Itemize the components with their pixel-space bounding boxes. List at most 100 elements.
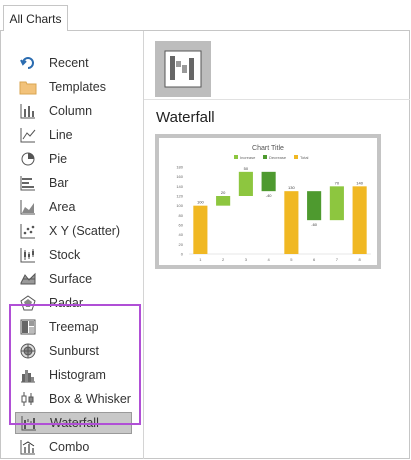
- data-label: 130: [288, 185, 295, 190]
- chart-type-radar[interactable]: Radar: [15, 292, 132, 314]
- chart-type-label: Surface: [49, 272, 93, 286]
- column-chart-icon: [19, 102, 37, 120]
- chart-type-box-whisker[interactable]: Box & Whisker: [15, 388, 132, 410]
- chart-type-label: Pie: [49, 152, 68, 166]
- y-tick-label: 140: [176, 184, 183, 189]
- right-divider: [144, 99, 410, 100]
- chart-type-label: Combo: [49, 440, 90, 454]
- y-tick-label: 40: [179, 232, 184, 237]
- x-tick-label: 7: [336, 257, 339, 262]
- chart-type-label: Area: [49, 200, 76, 214]
- chart-type-line[interactable]: Line: [15, 124, 132, 146]
- y-tick-label: 60: [179, 223, 184, 228]
- chart-type-column[interactable]: Column: [15, 100, 132, 122]
- chart-type-x-y-scatter[interactable]: X Y (Scatter): [15, 220, 132, 242]
- y-tick-label: 160: [176, 174, 183, 179]
- legend-swatch: [234, 155, 238, 159]
- x-tick-label: 5: [290, 257, 293, 262]
- data-label: 20: [221, 190, 226, 195]
- chart-type-label: X Y (Scatter): [49, 224, 121, 238]
- area-chart-icon: [19, 198, 37, 216]
- waterfall-bar: [352, 186, 367, 254]
- pane-divider: [143, 31, 144, 459]
- data-label: 50: [244, 166, 249, 171]
- chart-preview[interactable]: Chart Title Increase Decrease Total 0 20 40 60 8…: [155, 134, 381, 269]
- data-label: -60: [311, 222, 318, 227]
- chart-type-label: Treemap: [49, 320, 99, 334]
- tab-strip: All Charts: [0, 0, 411, 31]
- chart-type-templates[interactable]: Templates: [15, 76, 132, 98]
- chart-type-label: Box & Whisker: [49, 392, 131, 406]
- x-tick-label: 4: [268, 257, 271, 262]
- line-chart-icon: [19, 126, 37, 144]
- surface-chart-icon: [19, 270, 37, 288]
- histogram-chart-icon: [19, 366, 37, 384]
- radar-chart-icon: [19, 294, 37, 312]
- x-tick-label: 8: [359, 257, 362, 262]
- chart-type-label: Sunburst: [49, 344, 100, 358]
- chart-type-label: Line: [49, 128, 73, 142]
- box-whisker-chart-icon: [19, 390, 37, 408]
- chart-type-histogram[interactable]: Histogram: [15, 364, 132, 386]
- chart-type-label: Column: [49, 104, 93, 118]
- chart-title: Chart Title: [252, 145, 284, 152]
- legend-label: Decrease: [269, 155, 287, 160]
- chart-type-stock[interactable]: Stock: [15, 244, 132, 266]
- chart-type-bar[interactable]: Bar: [15, 172, 132, 194]
- x-tick-label: 1: [199, 257, 202, 262]
- sunburst-chart-icon: [19, 342, 37, 360]
- waterfall-bar: [193, 205, 208, 254]
- chart-type-label: Bar: [49, 176, 69, 190]
- waterfall-bar: [238, 171, 253, 196]
- x-tick-label: 2: [222, 257, 225, 262]
- legend-swatch: [294, 155, 298, 159]
- chart-type-pie[interactable]: Pie: [15, 148, 132, 170]
- waterfall-bar: [284, 191, 299, 254]
- y-tick-label: 80: [179, 213, 184, 218]
- chart-type-label: Radar: [49, 296, 84, 310]
- x-tick-label: 6: [313, 257, 316, 262]
- data-label: 100: [197, 200, 204, 205]
- y-tick-label: 0: [181, 252, 184, 257]
- waterfall-bar: [261, 171, 276, 192]
- chart-type-area[interactable]: Area: [15, 196, 132, 218]
- waterfall-chart: Chart Title Increase Decrease Total 0 20 40 60 8…: [176, 145, 371, 262]
- waterfall-chart-icon: [20, 414, 38, 432]
- folder-icon: [19, 78, 37, 96]
- chart-type-surface[interactable]: Surface: [15, 268, 132, 290]
- legend-swatch: [263, 155, 267, 159]
- y-tick-label: 100: [176, 203, 183, 208]
- pie-chart-icon: [19, 150, 37, 168]
- waterfall-thumbnail[interactable]: [155, 41, 211, 97]
- y-tick-label: 120: [176, 194, 183, 199]
- chart-type-treemap[interactable]: Treemap: [15, 316, 132, 338]
- chart-type-sunburst[interactable]: Sunburst: [15, 340, 132, 362]
- chart-type-recent[interactable]: Recent: [15, 52, 132, 74]
- scatter-chart-icon: [19, 222, 37, 240]
- combo-chart-icon: [19, 438, 37, 456]
- legend-label: Total: [300, 155, 309, 160]
- data-label: 140: [356, 180, 363, 185]
- recent-icon: [19, 54, 37, 72]
- data-label: -40: [266, 193, 273, 198]
- chart-type-label: Templates: [49, 80, 106, 94]
- waterfall-bar: [329, 186, 344, 221]
- stock-chart-icon: [19, 246, 37, 264]
- y-tick-label: 180: [176, 165, 183, 170]
- chart-type-label: Recent: [49, 56, 89, 70]
- data-label: 70: [335, 180, 340, 185]
- waterfall-bar: [216, 196, 231, 206]
- y-tick-label: 20: [179, 242, 184, 247]
- chart-type-combo[interactable]: Combo: [15, 436, 132, 458]
- chart-type-label: Histogram: [49, 368, 106, 382]
- waterfall-thumbnail-icon: [164, 50, 202, 88]
- chart-type-waterfall[interactable]: Waterfall: [15, 412, 132, 434]
- tab-all-charts[interactable]: All Charts: [3, 5, 68, 31]
- legend-label: Increase: [240, 155, 256, 160]
- chart-type-label: Waterfall: [50, 416, 99, 430]
- x-tick-label: 3: [245, 257, 248, 262]
- bar-chart-icon: [19, 174, 37, 192]
- preview-heading: Waterfall: [156, 109, 215, 126]
- chart-type-label: Stock: [49, 248, 81, 262]
- waterfall-bar: [307, 191, 322, 221]
